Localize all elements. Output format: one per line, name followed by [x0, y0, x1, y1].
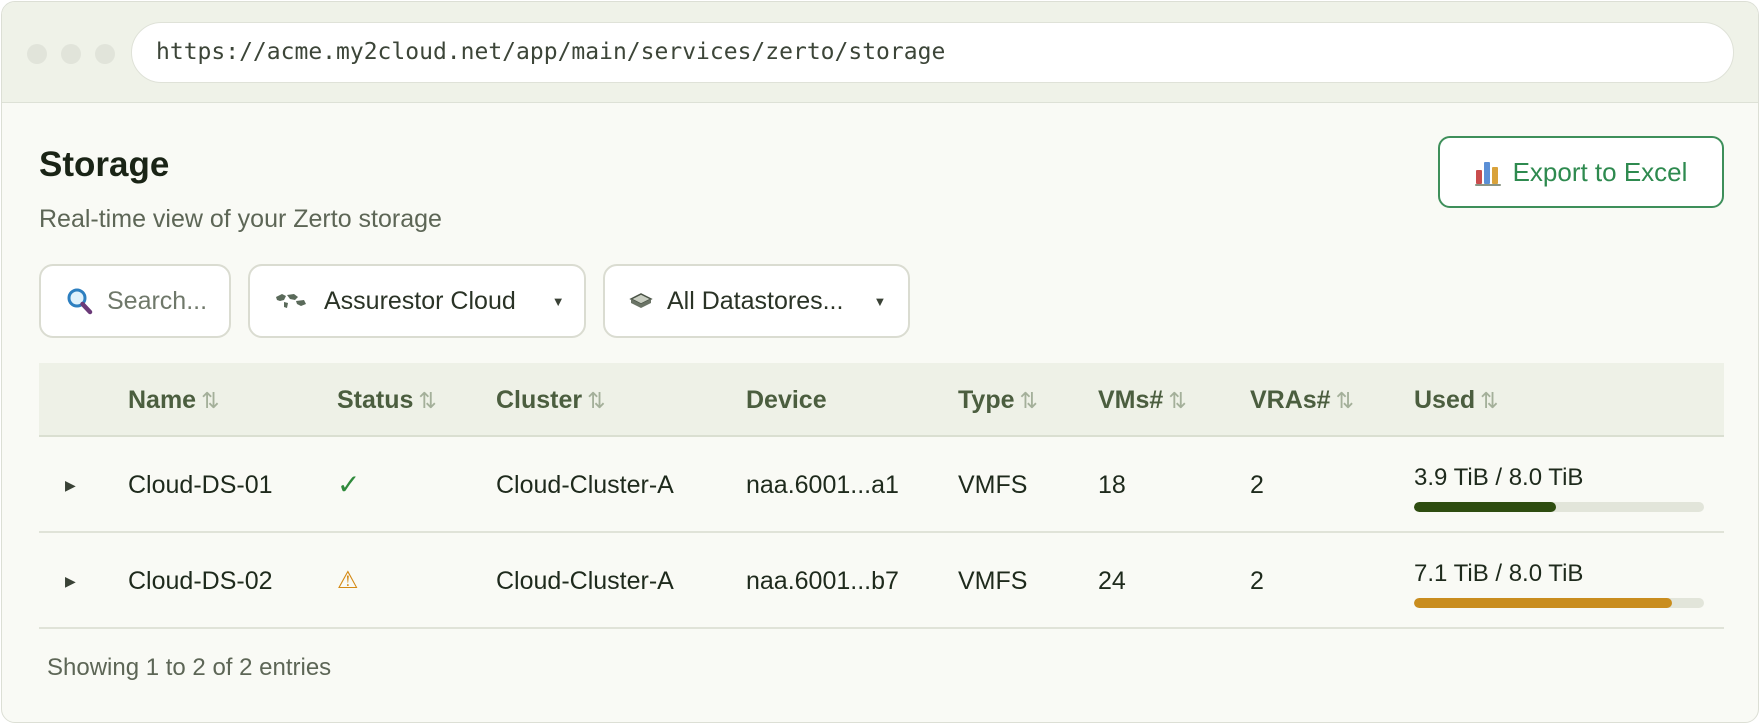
column-header-device: Device	[746, 386, 827, 414]
cell-used-label: 7.1 TiB / 8.0 TiB	[1414, 560, 1584, 587]
table-header: Name ⇅ Status ⇅ Cluster ⇅ Device Type ⇅ VMs#…	[39, 363, 1724, 437]
page-title: Storage	[39, 145, 170, 184]
used-capacity-bar	[1414, 502, 1704, 512]
column-header-status[interactable]: Status ⇅	[337, 363, 437, 438]
column-header-vms[interactable]: VMs# ⇅	[1098, 363, 1187, 438]
excel-chart-icon	[1474, 158, 1501, 186]
browser-window: https://acme.my2cloud.net/app/main/servi…	[1, 1, 1759, 723]
column-header-type[interactable]: Type ⇅	[958, 363, 1038, 438]
cell-vms: 24	[1098, 567, 1126, 595]
datastore-select-value: All Datastores...	[667, 286, 844, 315]
storage-table: Name ⇅ Status ⇅ Cluster ⇅ Device Type ⇅ VMs#…	[39, 363, 1724, 629]
site-select-value: Assurestor Cloud	[324, 286, 516, 315]
site-select[interactable]: Assurestor Cloud ▼	[248, 264, 586, 338]
address-bar[interactable]: https://acme.my2cloud.net/app/main/servi…	[131, 22, 1734, 83]
page-subtitle: Real-time view of your Zerto storage	[39, 205, 442, 233]
column-header-vras[interactable]: VRAs# ⇅	[1250, 363, 1354, 438]
used-capacity-bar	[1414, 598, 1704, 608]
cell-type: VMFS	[958, 471, 1028, 499]
cell-device: naa.6001...b7	[746, 567, 899, 595]
window-maximize-dot[interactable]	[95, 44, 115, 64]
disk-stack-icon	[629, 293, 653, 308]
cell-name: Cloud-DS-01	[128, 471, 273, 499]
chevron-down-icon: ▼	[873, 293, 887, 309]
sort-icon[interactable]: ⇅	[201, 388, 219, 413]
sort-icon[interactable]: ⇅	[1480, 388, 1498, 413]
cell-name: Cloud-DS-02	[128, 567, 273, 595]
chevron-down-icon: ▼	[551, 293, 565, 309]
cell-type: VMFS	[958, 567, 1028, 595]
column-header-used[interactable]: Used ⇅	[1414, 363, 1499, 438]
export-to-excel-button[interactable]: Export to Excel	[1438, 136, 1724, 208]
cell-cluster: Cloud-Cluster-A	[496, 471, 674, 499]
window-close-dot[interactable]	[27, 44, 47, 64]
status-warning-icon: ⚠	[337, 567, 359, 594]
cell-used-label: 3.9 TiB / 8.0 TiB	[1414, 464, 1584, 491]
expand-row-icon[interactable]: ▶	[65, 533, 76, 629]
expand-row-icon[interactable]: ▶	[65, 437, 76, 533]
globe-map-icon	[276, 294, 306, 308]
sort-icon[interactable]: ⇅	[587, 388, 605, 413]
search-icon	[67, 288, 93, 315]
used-capacity-fill	[1414, 598, 1673, 608]
column-header-name[interactable]: Name ⇅	[128, 363, 220, 438]
sort-icon[interactable]: ⇅	[1336, 388, 1354, 413]
table-row[interactable]: ▶ Cloud-DS-01 ✓ Cloud-Cluster-A naa.6001…	[39, 437, 1724, 533]
cell-vms: 18	[1098, 471, 1126, 499]
sort-icon[interactable]: ⇅	[1168, 388, 1186, 413]
browser-chrome: https://acme.my2cloud.net/app/main/servi…	[2, 2, 1758, 103]
cell-cluster: Cloud-Cluster-A	[496, 567, 674, 595]
datastore-select[interactable]: All Datastores... ▼	[603, 264, 910, 338]
sort-icon[interactable]: ⇅	[418, 388, 436, 413]
cell-vras: 2	[1250, 471, 1264, 499]
sort-icon[interactable]: ⇅	[1020, 388, 1038, 413]
search-box[interactable]	[39, 264, 231, 338]
export-button-label: Export to Excel	[1512, 156, 1688, 187]
cell-vras: 2	[1250, 567, 1264, 595]
status-ok-icon: ✓	[337, 469, 361, 500]
table-info-text: Showing 1 to 2 of 2 entries	[47, 654, 332, 681]
cell-device: naa.6001...a1	[746, 471, 899, 499]
window-minimize-dot[interactable]	[61, 44, 81, 64]
table-row[interactable]: ▶ Cloud-DS-02 ⚠ Cloud-Cluster-A naa.6001…	[39, 533, 1724, 629]
column-header-cluster[interactable]: Cluster ⇅	[496, 363, 606, 438]
search-input[interactable]	[107, 286, 207, 316]
used-capacity-fill	[1414, 502, 1557, 512]
